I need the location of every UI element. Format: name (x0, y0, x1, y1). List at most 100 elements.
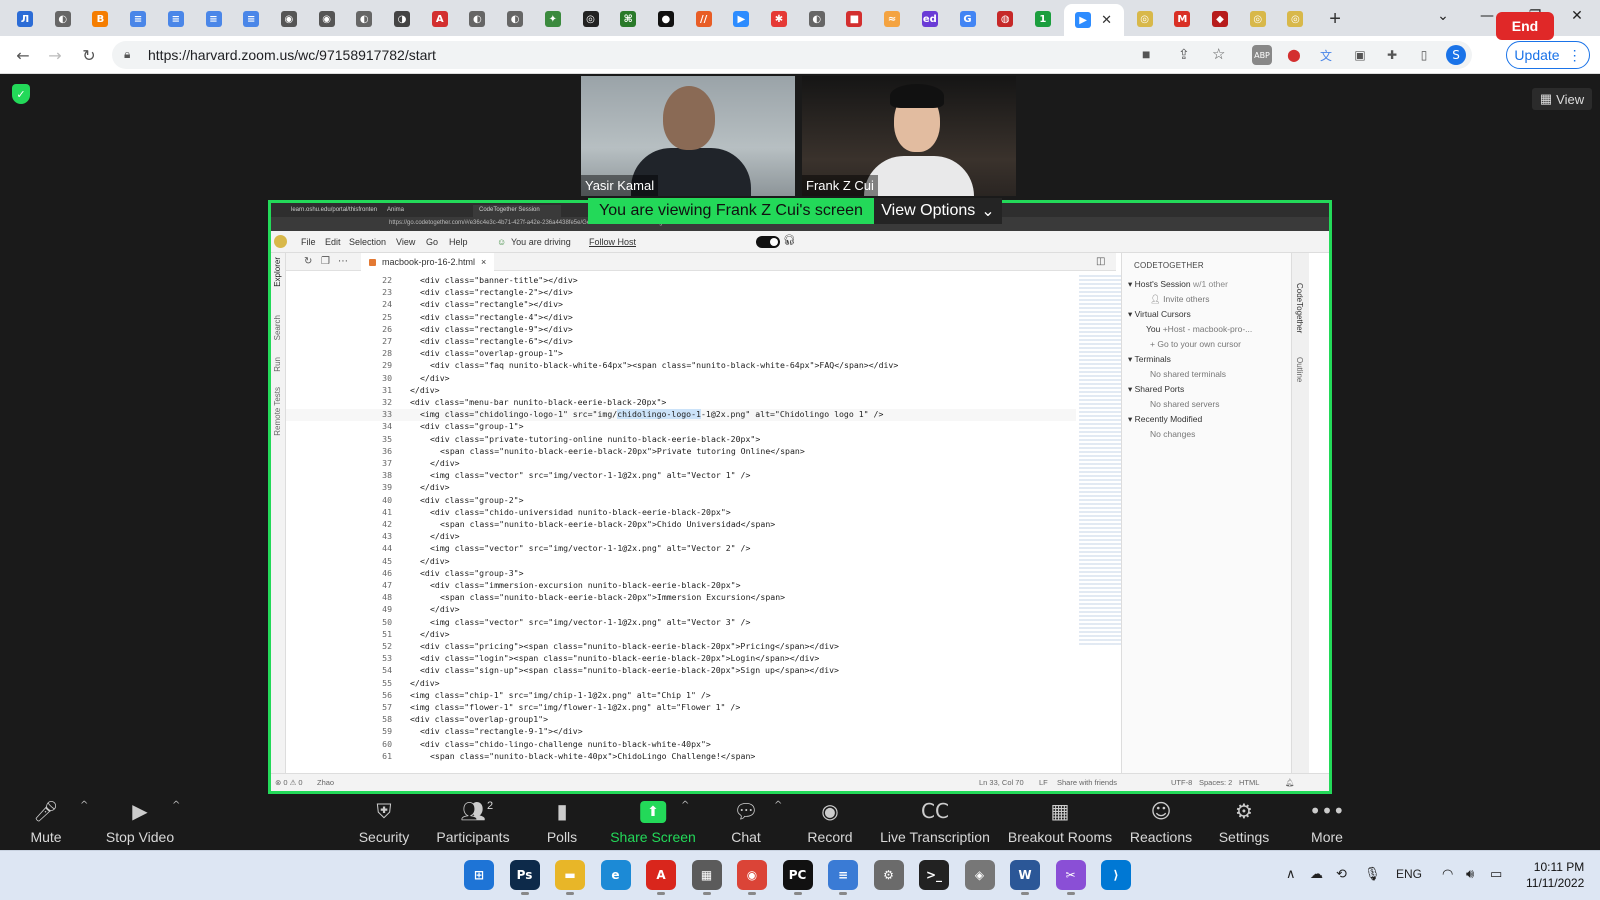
code-line[interactable]: 38 <img class="vector" src="img/vector-1-… (286, 470, 1076, 482)
browser-tab[interactable]: ◐ (349, 6, 379, 32)
code-line[interactable]: 39 </div> (286, 482, 1076, 494)
code-line[interactable]: 32 <div class="menu-bar nunito-black-eeri… (286, 397, 1076, 409)
browser-tab[interactable]: // (689, 6, 719, 32)
translate-extension-icon[interactable]: 文 (1316, 45, 1336, 65)
lock-icon[interactable]: 🔒︎ (124, 47, 130, 62)
wifi-icon[interactable]: ◠ (1442, 867, 1453, 882)
code-line[interactable]: 41 <div class="chido-universidad nunito-b… (286, 507, 1076, 519)
participant-video-yasir[interactable]: Yasir Kamal (581, 76, 795, 196)
terminals-section[interactable]: ▾ Terminals (1128, 354, 1171, 365)
code-line[interactable]: 60 <div class="chido-lingo-challenge nuni… (286, 739, 1076, 751)
update-button[interactable]: Update ⋮ (1506, 41, 1590, 69)
browser-tab[interactable]: ◆ (1205, 6, 1235, 32)
menu-edit[interactable]: Edit (325, 237, 341, 247)
run-tab[interactable]: Run (273, 357, 282, 372)
tab-search-icon[interactable]: ⌄ (1420, 0, 1466, 32)
browser-tab[interactable]: ≡ (123, 6, 153, 32)
mode-toggle[interactable] (756, 236, 780, 248)
code-line[interactable]: 37 </div> (286, 458, 1076, 470)
code-line[interactable]: 49 </div> (286, 604, 1076, 616)
eol-status[interactable]: LF (1039, 778, 1048, 787)
reactions-button[interactable]: ☺ Reactions (1130, 794, 1192, 850)
browser-tab[interactable]: ◎ (576, 6, 606, 32)
browser-tab[interactable]: ◐ (48, 6, 78, 32)
menu-view[interactable]: View (396, 237, 415, 247)
browser-tab[interactable]: 1 (1028, 6, 1058, 32)
windows-start-icon[interactable]: ⊞ (464, 860, 494, 890)
window-close-icon[interactable]: ✕ (1554, 0, 1600, 32)
code-line[interactable]: 50 <img class="vector" src="img/vector-1-… (286, 617, 1076, 629)
code-line[interactable]: 61 <span class="nunito-black-white-40px">… (286, 751, 1076, 763)
problems-status[interactable]: ⊗ 0 ⚠ 0 (275, 778, 303, 787)
code-line[interactable]: 33 <img class="chidolingo-logo-1" src="im… (286, 409, 1076, 422)
minimap[interactable] (1079, 275, 1123, 645)
browser-tab[interactable]: ◎ (1130, 6, 1160, 32)
code-line[interactable]: 58 <div class="overlap-group1"> (286, 714, 1076, 726)
url-text[interactable]: https://harvard.zoom.us/wc/97158917782/s… (148, 47, 436, 63)
view-options-button[interactable]: View Options ⌄ (874, 198, 1002, 224)
record-button[interactable]: ◉ Record (807, 794, 852, 850)
split-editor-icon[interactable]: ◫ (1096, 256, 1105, 267)
browser-tab[interactable]: A (425, 6, 455, 32)
code-line[interactable]: 27 <div class="rectangle-6"></div> (286, 336, 1076, 348)
browser-tab[interactable]: ◐ (802, 6, 832, 32)
browser-tab[interactable]: Л (10, 6, 40, 32)
host-session-section[interactable]: ▾ Host's Session w/1 other (1128, 279, 1228, 290)
remote-tests-tab[interactable]: Remote Tests (273, 387, 282, 436)
code-line[interactable]: 55 </div> (286, 678, 1076, 690)
cursor-position[interactable]: Ln 33, Col 70 (979, 778, 1024, 787)
browser-tab[interactable]: ≡ (161, 6, 191, 32)
caret-up-icon[interactable]: ^ (774, 800, 782, 811)
browser-tab[interactable]: M (1167, 6, 1197, 32)
code-line[interactable]: 44 <img class="vector" src="img/vector-1-… (286, 543, 1076, 555)
browser-tab[interactable]: ✦ (538, 6, 568, 32)
polls-button[interactable]: ▮ Polls (547, 794, 577, 850)
notifications-bell-icon[interactable]: 🔔︎ (1285, 778, 1295, 787)
code-line[interactable]: 36 <span class="nunito-black-eerie-black-… (286, 446, 1076, 458)
follow-host-link[interactable]: Follow Host (589, 237, 636, 247)
browser-tab[interactable]: ed (915, 6, 945, 32)
code-line[interactable]: 52 <div class="pricing"><span class="nuni… (286, 641, 1076, 653)
file-tab[interactable]: macbook-pro-16-2.html × (361, 253, 495, 271)
chrome-icon[interactable]: ◉ (737, 860, 767, 895)
photoshop-icon[interactable]: Ps (509, 860, 540, 895)
menu-go[interactable]: Go (426, 237, 438, 247)
code-line[interactable]: 43 </div> (286, 531, 1076, 543)
browser-tab[interactable]: ◎ (1243, 6, 1273, 32)
code-line[interactable]: 45 </div> (286, 556, 1076, 568)
mute-button[interactable]: 🎤︎ Mute (30, 794, 61, 850)
adblock-extension-icon[interactable]: ABP (1252, 45, 1272, 65)
code-line[interactable]: 34 <div class="group-1"> (286, 421, 1076, 433)
headset-icon[interactable]: 🎧︎ (783, 235, 796, 246)
more-button[interactable]: ••• More (1309, 794, 1344, 850)
code-line[interactable]: 30 </div> (286, 373, 1076, 385)
outline-tab[interactable]: Outline (1295, 357, 1304, 382)
extensions-puzzle-icon[interactable]: ✚ (1382, 45, 1402, 65)
show-hidden-icons-chevron[interactable]: ∧ (1286, 867, 1296, 882)
onedrive-icon[interactable]: ☁ (1310, 867, 1323, 882)
recently-modified-section[interactable]: ▾ Recently Modified (1128, 414, 1202, 425)
close-tab-icon[interactable]: × (481, 257, 486, 267)
participant-video-frank[interactable]: Frank Z Cui (802, 76, 1016, 196)
browser-tab[interactable]: ◐ (500, 6, 530, 32)
menu-help[interactable]: Help (449, 237, 468, 247)
menu-selection[interactable]: Selection (349, 237, 386, 247)
code-line[interactable]: 29 <div class="faq nunito-black-white-64p… (286, 360, 1076, 372)
code-line[interactable]: 46 <div class="group-3"> (286, 568, 1076, 580)
red-extension-icon[interactable]: ⬤ (1284, 45, 1304, 65)
codetogether-tab[interactable]: CodeTogether (1295, 283, 1304, 333)
language-status[interactable]: HTML (1239, 778, 1259, 787)
browser-tab[interactable]: ≈ (877, 6, 907, 32)
code-editor[interactable]: 22 <div class="banner-title"></div> 23 <div… (286, 271, 1076, 773)
code-line[interactable]: 22 <div class="banner-title"></div> (286, 275, 1076, 287)
browser-tab[interactable]: ◑ (387, 6, 417, 32)
code-line[interactable]: 40 <div class="group-2"> (286, 495, 1076, 507)
word-icon[interactable]: W (1010, 860, 1040, 895)
view-layout-button[interactable]: ▦ View (1532, 88, 1592, 110)
code-line[interactable]: 59 <div class="rectangle-9-1"></div> (286, 726, 1076, 738)
code-line[interactable]: 35 <div class="private-tutoring-online nu… (286, 434, 1076, 446)
browser-tab[interactable]: ◍ (990, 6, 1020, 32)
browser-tab[interactable]: ● (651, 6, 681, 32)
code-line[interactable]: 57 <img class="flower-1" src="img/flower-… (286, 702, 1076, 714)
code-line[interactable]: 47 <div class="immersion-excursion nunito… (286, 580, 1076, 592)
